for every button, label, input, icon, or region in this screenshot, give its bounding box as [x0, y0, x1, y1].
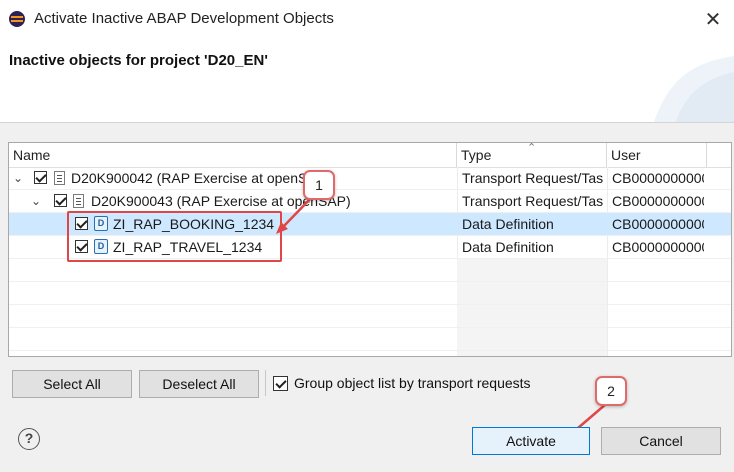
select-all-button[interactable]: Select All	[12, 370, 132, 398]
deselect-all-button[interactable]: Deselect All	[139, 370, 259, 398]
activate-button[interactable]: Activate	[472, 427, 590, 455]
toolbar-separator	[265, 370, 266, 396]
help-icon[interactable]: ?	[18, 428, 40, 450]
group-by-transport-label: Group object list by transport requests	[294, 375, 531, 391]
callout-badge-2: 2	[595, 376, 627, 406]
cancel-button[interactable]: Cancel	[601, 427, 721, 455]
group-by-transport-checkbox[interactable]	[273, 376, 288, 391]
callout-badge-1: 1	[303, 170, 335, 200]
